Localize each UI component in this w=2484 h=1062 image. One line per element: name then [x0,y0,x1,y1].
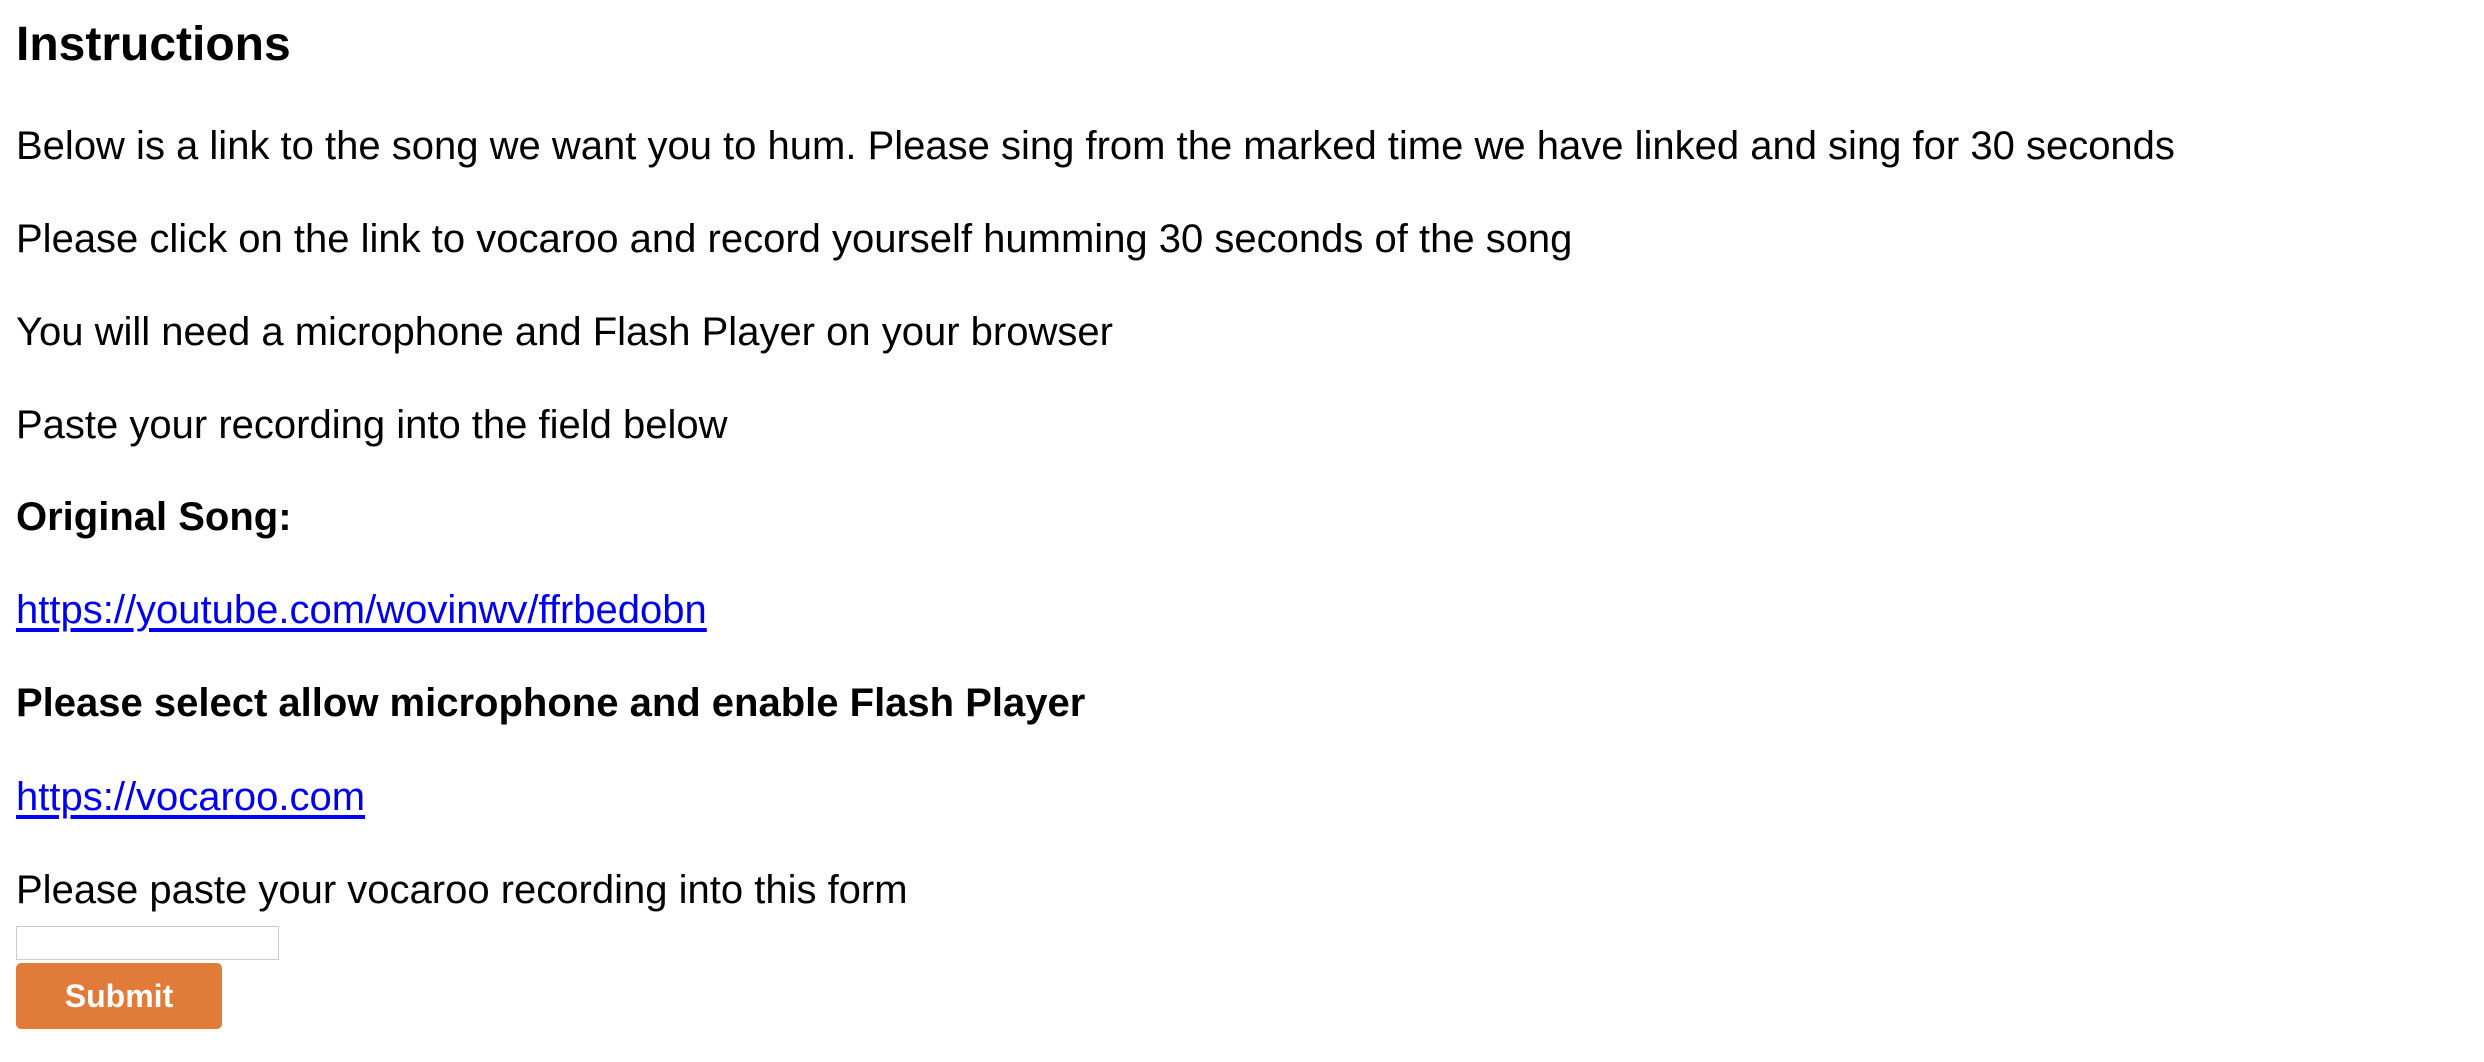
permission-note: Please select allow microphone and enabl… [16,681,1086,725]
original-song-link[interactable]: https://youtube.com/wovinwv/ffrbedobn [16,590,707,630]
recording-url-input[interactable] [16,926,279,960]
instructions-page: Instructions Below is a link to the song… [0,0,2484,1062]
page-title: Instructions [16,18,291,71]
original-song-label: Original Song: [16,495,292,539]
vocaroo-link[interactable]: https://vocaroo.com [16,777,365,817]
instruction-paste: Paste your recording into the field belo… [16,403,728,447]
instruction-requirements: You will need a microphone and Flash Pla… [16,310,1113,354]
submit-button[interactable]: Submit [16,963,222,1029]
form-prompt: Please paste your vocaroo recording into… [16,868,908,912]
instruction-sing-range: Below is a link to the song we want you … [16,124,2175,168]
instruction-record: Please click on the link to vocaroo and … [16,217,1573,261]
